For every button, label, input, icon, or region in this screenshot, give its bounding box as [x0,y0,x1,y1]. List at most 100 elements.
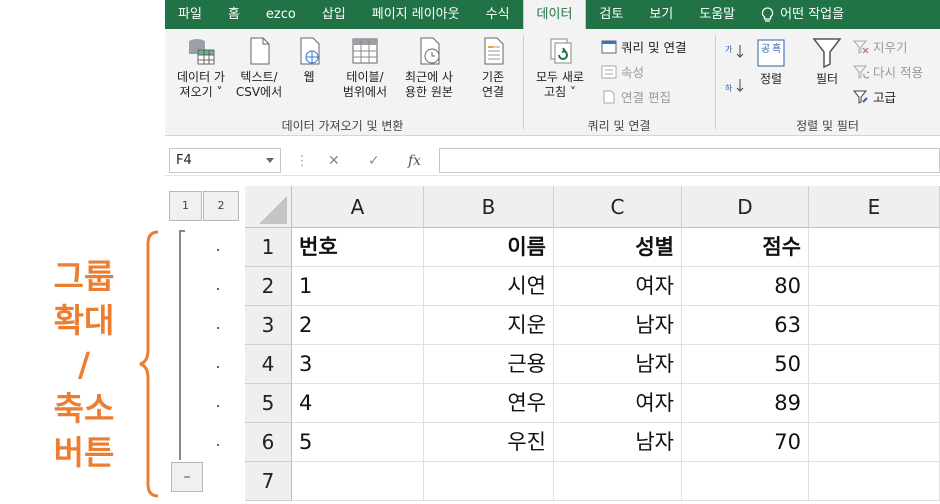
cell-e6[interactable] [809,423,940,462]
annotation-brace [139,230,159,498]
filter-button[interactable]: 필터 [807,35,847,87]
tab-review[interactable]: 검토 [586,0,636,29]
cell-b6[interactable]: 우진 [424,423,554,462]
annotation-line: 버튼 [53,433,115,472]
web-button[interactable]: 웹 [289,35,329,85]
row-header-6[interactable]: 6 [245,423,292,462]
cell-c2[interactable]: 여자 [554,267,682,306]
reapply-button[interactable]: 다시 적용 [853,62,923,81]
cell-b4[interactable]: 근용 [424,345,554,384]
get-data-button[interactable]: 데이터 가 져오기 ˅ [171,35,231,100]
column-header-c[interactable]: C [554,186,682,228]
tab-insert[interactable]: 삽입 [309,0,359,29]
filter-funnel-icon [812,38,842,69]
tab-help[interactable]: 도움말 [686,0,748,29]
cell-e5[interactable] [809,384,940,423]
formula-bar: F4 ⋮ ✕ ✓ fx [165,146,940,176]
cell-c3[interactable]: 남자 [554,306,682,345]
ribbon-gap [165,136,940,146]
tab-formulas[interactable]: 수식 [473,0,523,29]
cell-d2[interactable]: 80 [682,267,809,306]
tab-data[interactable]: 데이터 [522,0,587,29]
database-table-icon [189,39,215,65]
cell-c7[interactable] [554,462,682,501]
cell-d7[interactable] [682,462,809,501]
cell-a2[interactable]: 1 [292,267,424,306]
advanced-filter-button[interactable]: 고급 [853,87,896,106]
row-header-1[interactable]: 1 [245,228,292,267]
cell-c5[interactable]: 여자 [554,384,682,423]
edit-links-label: 연결 편집 [621,90,671,105]
column-header-a[interactable]: A [292,186,424,228]
properties-label: 속성 [621,65,645,80]
tab-view[interactable]: 보기 [636,0,686,29]
row-header-2[interactable]: 2 [245,267,292,306]
cell-c4[interactable]: 남자 [554,345,682,384]
cell-b3[interactable]: 지운 [424,306,554,345]
sort-asc-button[interactable]: 가 [725,43,745,59]
cell-a4[interactable]: 3 [292,345,424,384]
properties-icon [601,65,617,78]
select-all-corner[interactable] [245,186,292,228]
outline-level-1-button[interactable]: 1 [169,191,202,221]
cell-d6[interactable]: 70 [682,423,809,462]
sort-desc-button[interactable]: 하 [725,77,745,93]
properties-button[interactable]: 속성 [601,62,644,81]
tab-home[interactable]: 홈 [215,0,253,29]
cell-a3[interactable]: 2 [292,306,424,345]
cell-e7[interactable] [809,462,940,501]
cell-d1[interactable]: 점수 [682,228,809,267]
cell-e2[interactable] [809,267,940,306]
cancel-icon[interactable]: ✕ [328,146,340,176]
cell-d4[interactable]: 50 [682,345,809,384]
queries-connections-button[interactable]: 쿼리 및 연결 [601,37,686,56]
tab-file[interactable]: 파일 [165,0,215,29]
cell-e3[interactable] [809,306,940,345]
from-table-label-1: 테이블/ [346,70,384,84]
chevron-down-icon[interactable] [266,158,274,163]
row-header-4[interactable]: 4 [245,345,292,384]
recent-sources-button[interactable]: 최근에 사 용한 원본 [397,35,461,100]
cell-a1[interactable]: 번호 [292,228,424,267]
cell-a7[interactable] [292,462,424,501]
existing-connections-button[interactable]: 기존 연결 [471,35,515,100]
tell-me-box[interactable]: 어떤 작업을 [748,0,857,29]
column-header-d[interactable]: D [682,186,809,228]
row-header-3[interactable]: 3 [245,306,292,345]
cell-b1[interactable]: 이름 [424,228,554,267]
cell-b7[interactable] [424,462,554,501]
insert-function-icon[interactable]: fx [408,146,421,176]
refresh-all-button[interactable]: 모두 새로 고침 ˅ [529,35,591,100]
sort-button[interactable]: 공흑 정렬 [753,37,789,87]
tab-page-layout[interactable]: 페이지 레이아웃 [359,0,473,29]
outline-collapse-button[interactable]: – [171,462,203,492]
outline-dot [217,444,219,446]
formula-input[interactable] [439,148,940,173]
cell-e4[interactable] [809,345,940,384]
cell-b2[interactable]: 시연 [424,267,554,306]
from-table-button[interactable]: 테이블/ 범위에서 [335,35,395,100]
row-header-5[interactable]: 5 [245,384,292,423]
cell-c6[interactable]: 남자 [554,423,682,462]
cell-c1[interactable]: 성별 [554,228,682,267]
clear-filter-button[interactable]: 지우기 [853,37,908,56]
enter-icon[interactable]: ✓ [368,146,380,176]
cell-e1[interactable] [809,228,940,267]
row-header-7[interactable]: 7 [245,462,292,501]
text-csv-button[interactable]: 텍스트/ CSV에서 [231,35,287,100]
cell-a5[interactable]: 4 [292,384,424,423]
text-file-icon [250,37,270,65]
outline-group-bracket [179,230,185,460]
cell-a6[interactable]: 5 [292,423,424,462]
tab-ezco[interactable]: ezco [253,0,309,29]
reapply-label: 다시 적용 [873,65,923,80]
outline-level-2-button[interactable]: 2 [203,191,239,221]
column-header-b[interactable]: B [424,186,554,228]
column-header-e[interactable]: E [809,186,940,228]
edit-links-button[interactable]: 연결 편집 [601,87,671,106]
annotation-area: 그룹 확대 / 축소 버튼 [0,0,165,504]
name-box[interactable]: F4 [169,148,281,173]
cell-d3[interactable]: 63 [682,306,809,345]
cell-d5[interactable]: 89 [682,384,809,423]
cell-b5[interactable]: 연우 [424,384,554,423]
